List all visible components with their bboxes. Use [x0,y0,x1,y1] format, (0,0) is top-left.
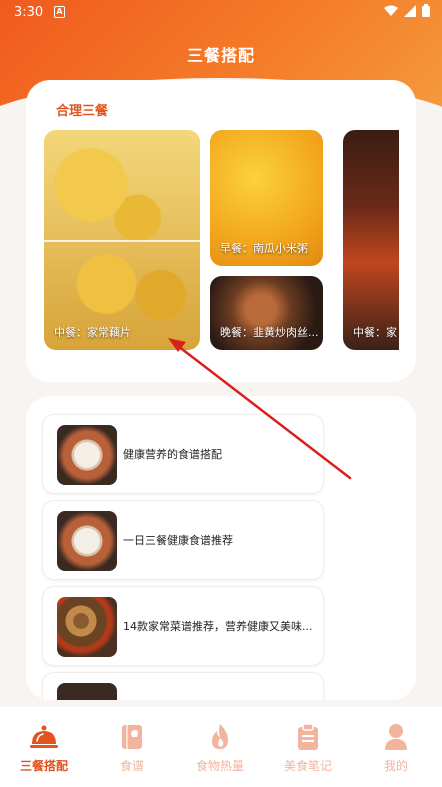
recipe-thumbnail [57,597,117,657]
cloche-icon [30,725,58,748]
wifi-icon [384,5,398,16]
meal-tile-caption: 中餐：家常藕片 [54,326,131,339]
section-title: 合理三餐 [56,104,109,119]
tab-calories[interactable]: 食物热量 [176,723,264,774]
notification-icon: A [54,6,65,18]
status-time: 3:30 [14,5,44,20]
list-item-label: 一日三餐健康食谱推荐 [123,534,233,547]
recipe-thumbnail [57,683,117,700]
tab-food-notes[interactable]: 美食笔记 [264,723,352,774]
meal-tile-caption: 早餐：南瓜小米粥 [220,242,308,255]
status-bar: 3:30 A [0,0,442,26]
tab-label: 食物热量 [195,759,244,773]
bottom-tab-bar: 三餐搭配 食谱 食物热量 美食笔记 我的 [0,707,442,787]
battery-icon [422,4,430,17]
recipe-thumbnail [57,511,117,571]
tab-label: 食谱 [119,759,144,773]
tab-label: 我的 [383,759,408,773]
book-icon [122,725,142,749]
tab-recipes[interactable]: 食谱 [88,723,176,774]
person-icon [385,724,407,750]
meal-tile-caption: 晚餐：韭黄炒肉丝... [220,326,319,339]
meal-tile-lunch[interactable]: 中餐：家常藕片 [44,130,200,350]
flame-icon [212,724,228,749]
meal-tile-caption: 中餐：家 [353,326,397,339]
tab-label: 美食笔记 [283,759,332,773]
list-item[interactable]: 健康营养的食谱搭配 [42,414,324,494]
list-item[interactable]: 14款家常菜谱推荐，营养健康又美味... [42,586,324,666]
tab-meal-plan[interactable]: 三餐搭配 [0,723,88,774]
signal-icon [404,4,416,17]
list-item[interactable]: 一日三餐健康食谱推荐 [42,500,324,580]
meal-tile-breakfast[interactable]: 早餐：南瓜小米粥 [210,130,323,266]
recipe-thumbnail [57,425,117,485]
meals-card: 合理三餐 中餐：家常藕片 早餐：南瓜小米粥 晚餐：韭黄炒肉丝... 中餐：家 [26,80,416,382]
recipe-list-card: 健康营养的食谱搭配 一日三餐健康食谱推荐 14款家常菜谱推荐，营养健康又美味..… [26,396,416,700]
meal-tile-dinner[interactable]: 晚餐：韭黄炒肉丝... [210,276,323,350]
list-item-label: 14款家常菜谱推荐，营养健康又美味... [123,620,313,633]
list-item-label: 健康营养的食谱搭配 [123,448,222,461]
page-title: 三餐搭配 [186,46,255,65]
clipboard-icon [298,723,318,750]
list-item[interactable] [42,672,324,700]
meal-tile-lunch-2[interactable]: 中餐：家 [343,130,399,350]
tab-label: 三餐搭配 [19,759,68,773]
tab-profile[interactable]: 我的 [352,723,440,774]
